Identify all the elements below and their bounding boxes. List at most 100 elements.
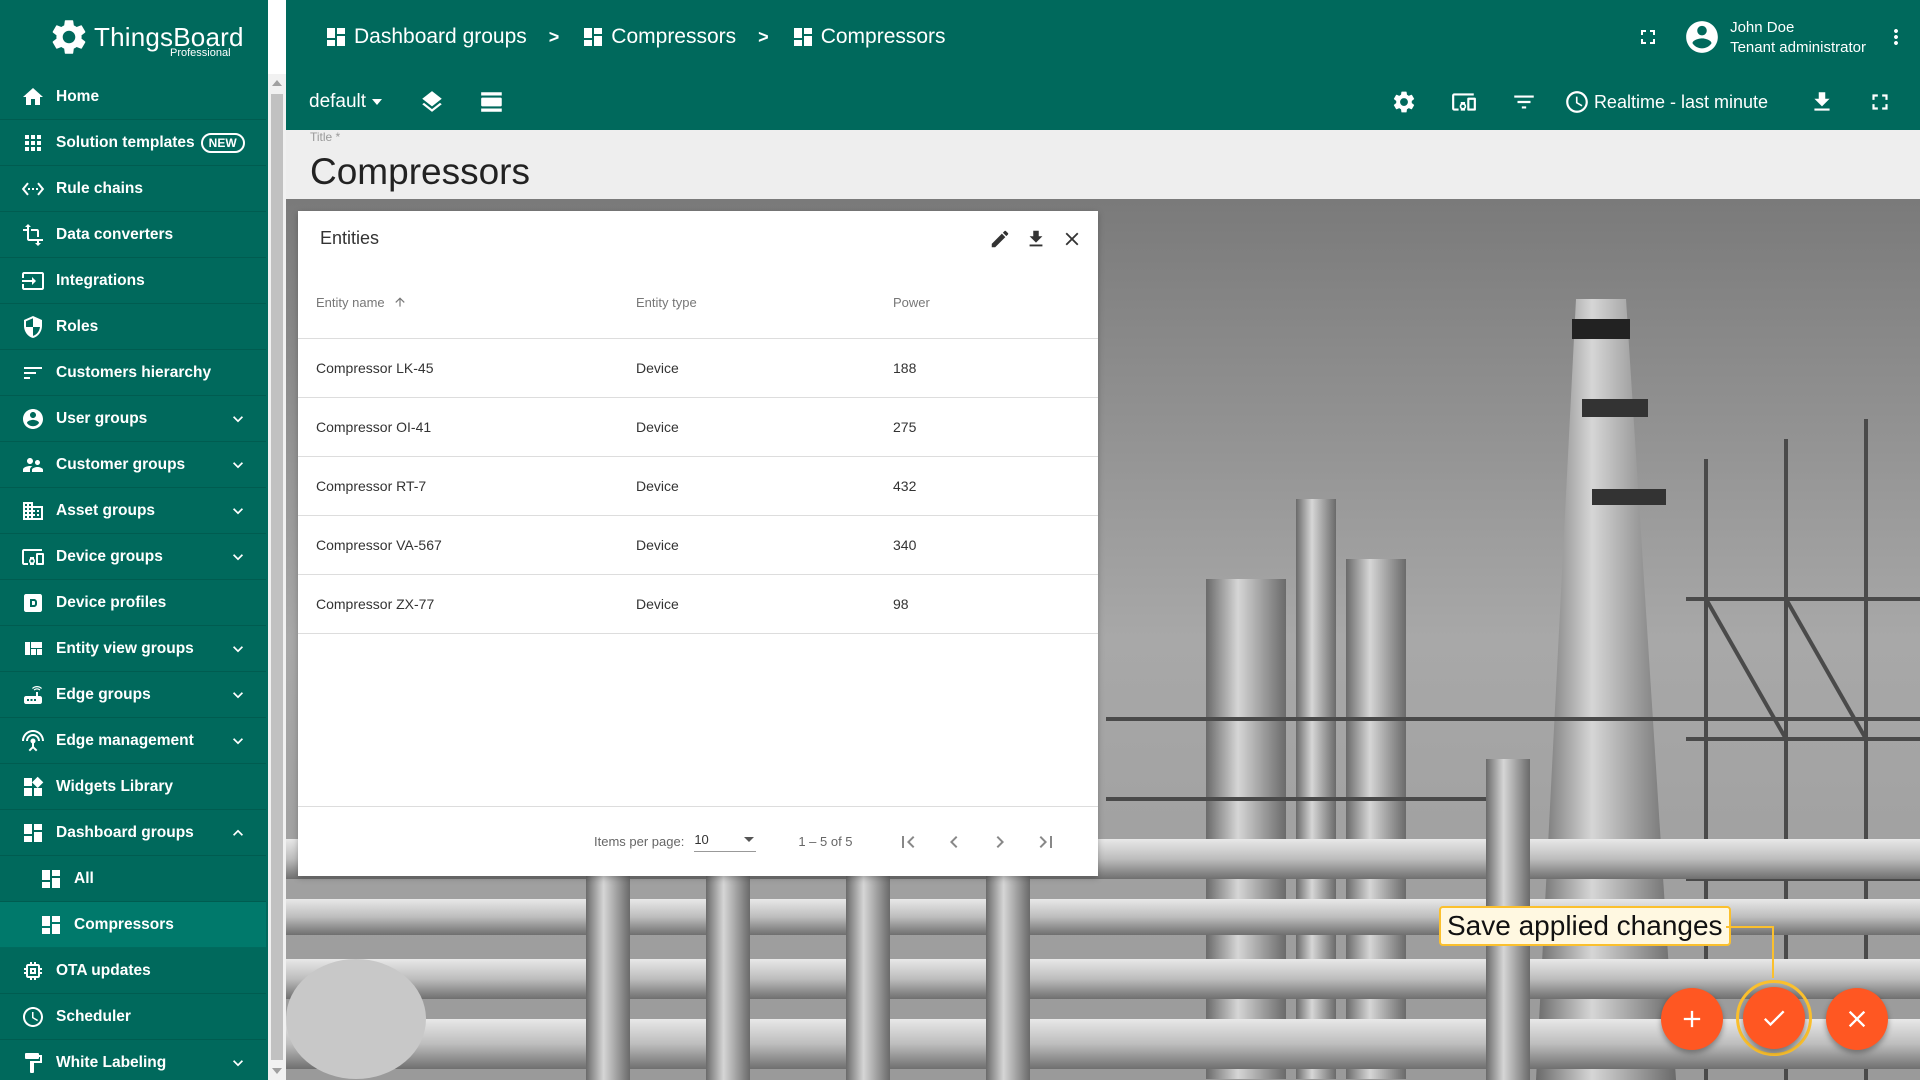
arrow-upward-icon[interactable] — [393, 295, 407, 309]
last-page-button[interactable] — [1023, 822, 1069, 862]
chevron-down-icon[interactable] — [228, 547, 248, 567]
cell-entity-name: Compressor VA-567 — [316, 537, 442, 553]
chevron-down-icon[interactable] — [228, 501, 248, 521]
fullscreen-icon — [1872, 94, 1888, 110]
scroll-up-icon[interactable] — [272, 80, 282, 86]
sidebar-item-data-converters[interactable]: Data converters — [0, 212, 266, 258]
dashboard-icon — [38, 912, 64, 938]
chevron-down-icon[interactable] — [228, 731, 248, 751]
sidebar-item-scheduler[interactable]: Scheduler — [0, 994, 266, 1040]
chevron-down-icon[interactable] — [228, 639, 248, 659]
chevron-down-icon[interactable] — [228, 1053, 248, 1073]
entity-aliases-button[interactable] — [1444, 82, 1484, 122]
breadcrumb-dashboard-groups[interactable]: Dashboard groups — [324, 25, 527, 49]
dashboard-fullscreen-button[interactable] — [1860, 82, 1900, 122]
cell-entity-type: Device — [636, 419, 679, 435]
edit-icon — [991, 230, 1009, 248]
cell-power: 275 — [893, 419, 917, 435]
breadcrumb-label: Dashboard groups — [354, 25, 527, 48]
sidebar-item-sub-compressors[interactable]: Compressors — [0, 902, 266, 948]
add-widget-button[interactable] — [1661, 988, 1723, 1050]
timewindow-button[interactable]: Realtime - last minute — [1564, 89, 1768, 115]
sidebar-item-rule-chains[interactable]: Rule chains — [0, 166, 266, 212]
table-row[interactable]: Compressor OI-41 Device 275 — [298, 398, 1098, 457]
table-row[interactable]: Compressor VA-567 Device 340 — [298, 516, 1098, 575]
fullscreen-button[interactable] — [1628, 17, 1668, 57]
manage-layouts-button[interactable] — [472, 82, 512, 122]
dashboard-toolbar: default Realtime - last minute — [286, 74, 1920, 130]
title-field-label: Title * — [310, 130, 341, 144]
sidebar-item-widgets-library[interactable]: Widgets Library — [0, 764, 266, 810]
settings-button[interactable] — [1384, 82, 1424, 122]
chevron-down-icon[interactable] — [228, 685, 248, 705]
chevron-down-icon[interactable] — [228, 409, 248, 429]
sidebar-item-edge-management[interactable]: Edge management — [0, 718, 266, 764]
items-per-page-value: 10 — [694, 831, 709, 847]
column-header-entity-name[interactable]: Entity name — [298, 295, 618, 310]
sidebar-item-roles[interactable]: Roles — [0, 304, 266, 350]
next-page-button[interactable] — [977, 822, 1023, 862]
state-select[interactable]: default — [309, 91, 383, 113]
sidebar-item-dashboard-groups[interactable]: Dashboard groups — [0, 810, 266, 856]
last-page-icon — [1039, 835, 1052, 848]
sidebar-item-sub-all[interactable]: All — [0, 856, 266, 902]
avatar[interactable] — [1682, 17, 1722, 57]
sidebar-item-label: Widgets Library — [56, 777, 173, 795]
cell-entity-name: Compressor OI-41 — [316, 419, 432, 435]
sidebar-item-edge-groups[interactable]: Edge groups — [0, 672, 266, 718]
cancel-button[interactable] — [1826, 988, 1888, 1050]
sidebar-item-ota-updates[interactable]: OTA updates — [0, 948, 266, 994]
sidebar-item-customer-groups[interactable]: Customer groups — [0, 442, 266, 488]
timewindow-label: Realtime - last minute — [1593, 91, 1768, 112]
chevron-up-icon[interactable] — [228, 823, 248, 843]
sidebar-item-solution-templates[interactable]: Solution templates NEW — [0, 120, 266, 166]
title-field-value[interactable]: Compressors — [310, 151, 530, 193]
filters-button[interactable] — [1504, 82, 1544, 122]
scroll-down-icon[interactable] — [272, 1068, 282, 1074]
router-icon — [20, 682, 46, 708]
gear-icon — [1393, 91, 1415, 113]
column-header-label: Entity name — [316, 294, 385, 310]
scrollbar-thumb[interactable] — [271, 94, 283, 1060]
remove-widget-button[interactable] — [1054, 225, 1090, 253]
table-row[interactable]: Compressor ZX-77 Device 98 — [298, 575, 1098, 634]
clock-icon — [1566, 91, 1588, 113]
sidebar-scrollbar[interactable] — [268, 74, 286, 1080]
sidebar-item-integrations[interactable]: Integrations — [0, 258, 266, 304]
column-header-power[interactable]: Power — [875, 295, 1095, 310]
chevron-down-icon[interactable] — [228, 455, 248, 475]
edit-widget-button[interactable] — [982, 225, 1018, 253]
manage-layers-button[interactable] — [412, 82, 452, 122]
table-row[interactable]: Compressor LK-45 Device 188 — [298, 339, 1098, 398]
save-button[interactable] — [1743, 987, 1805, 1049]
sidebar-item-white-labeling[interactable]: White Labeling — [0, 1040, 266, 1080]
sidebar-item-home[interactable]: Home — [0, 74, 266, 120]
breadcrumb-compressors-group[interactable]: Compressors — [581, 25, 736, 49]
table-row[interactable]: Compressor RT-7 Device 432 — [298, 457, 1098, 516]
sidebar-item-customers-hierarchy[interactable]: Customers hierarchy — [0, 350, 266, 396]
dashboard-title-field[interactable]: Title * Compressors — [286, 130, 1920, 199]
user-info[interactable]: John Doe Tenant administrator — [1730, 19, 1866, 56]
sidebar-item-device-profiles[interactable]: Device profiles — [0, 580, 266, 626]
home-icon — [20, 84, 46, 110]
export-widget-button[interactable] — [1018, 225, 1054, 253]
sidebar-item-device-groups[interactable]: Device groups — [0, 534, 266, 580]
more-menu-button[interactable] — [1878, 17, 1914, 57]
column-header-entity-type[interactable]: Entity type — [618, 295, 875, 310]
save-changes-tooltip: Save applied changes — [1439, 906, 1731, 946]
state-select-value: default — [309, 91, 367, 112]
first-page-icon — [901, 835, 914, 848]
previous-page-button[interactable] — [931, 822, 977, 862]
sidebar-item-label: Dashboard groups — [56, 823, 194, 841]
sidebar-item-user-groups[interactable]: User groups — [0, 396, 266, 442]
export-button[interactable] — [1802, 82, 1842, 122]
cell-entity-type: Device — [636, 478, 679, 494]
sidebar-item-asset-groups[interactable]: Asset groups — [0, 488, 266, 534]
arrow-drop-down-icon — [372, 99, 383, 105]
logo[interactable]: ThingsBoard Professional — [0, 0, 268, 74]
sidebar-item-entity-view-groups[interactable]: Entity view groups — [0, 626, 266, 672]
first-page-button[interactable] — [885, 822, 931, 862]
close-icon — [1065, 232, 1079, 246]
cell-entity-name: Compressor ZX-77 — [316, 596, 435, 612]
items-per-page-select[interactable]: 10 — [694, 831, 757, 852]
